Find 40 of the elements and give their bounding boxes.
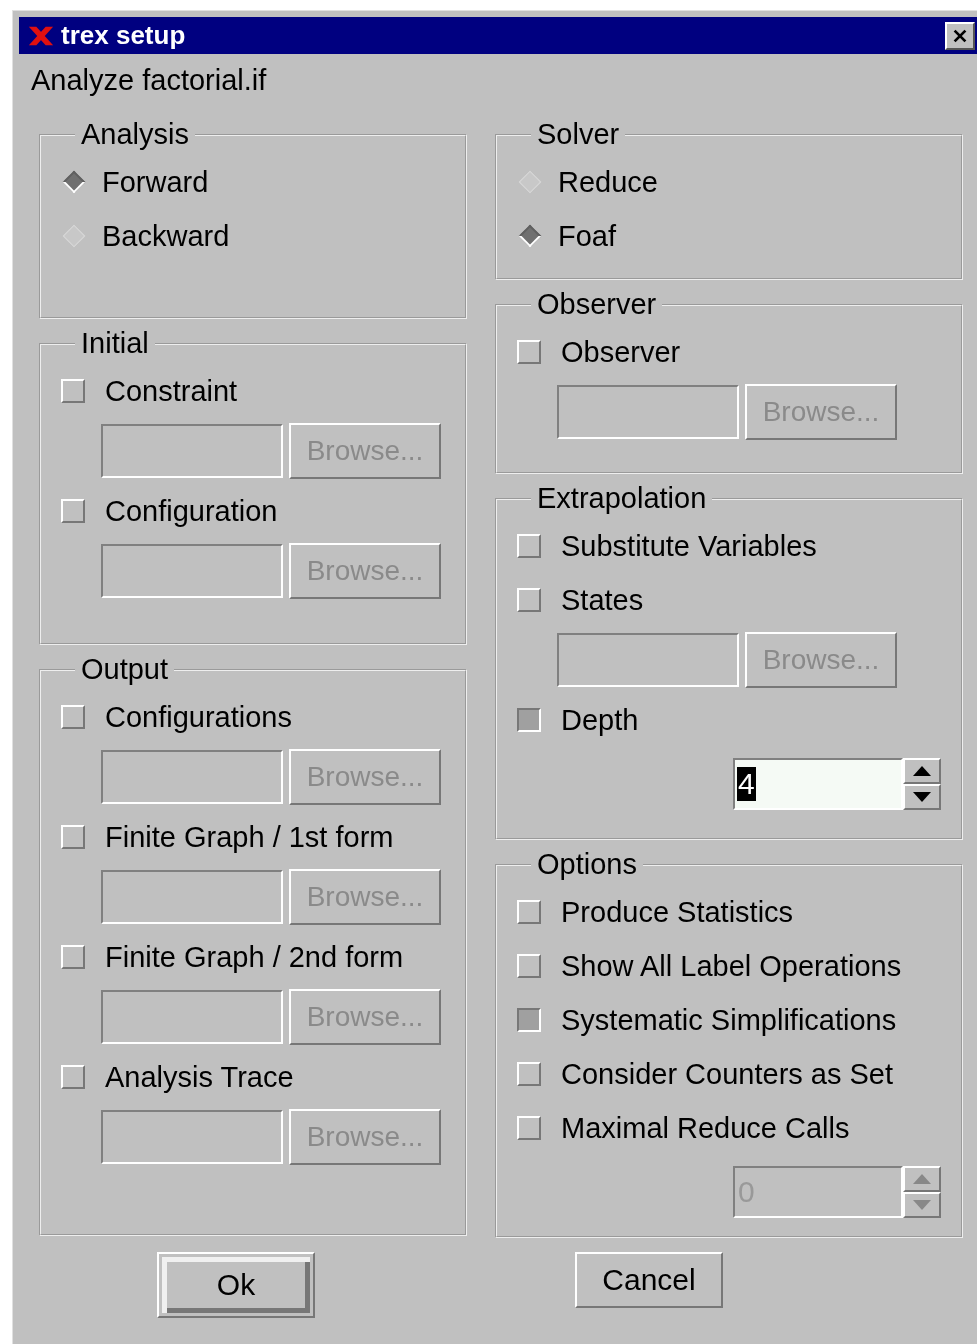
dialog-button[interactable]: Ok — [157, 1252, 315, 1318]
group-title: Extrapolation — [536, 482, 708, 515]
up-arrow-icon — [911, 1173, 933, 1185]
spin-up-button[interactable] — [903, 758, 941, 784]
checkbox[interactable] — [517, 708, 541, 732]
checkbox-label: Substitute Variables — [561, 529, 817, 563]
checkbox[interactable] — [517, 1008, 541, 1032]
spin-down-button[interactable] — [903, 784, 941, 810]
checkbox-label: Depth — [561, 703, 639, 737]
checkbox-label: Maximal Reduce Calls — [561, 1111, 850, 1145]
radio-label: Reduce — [558, 165, 658, 199]
checkbox-label: Constraint — [105, 374, 238, 408]
checkbox-label: Configuration — [105, 494, 278, 528]
group-title: Observer — [536, 288, 658, 321]
group-title: Options — [536, 848, 638, 881]
radio-label: Forward — [102, 165, 209, 199]
down-arrow-icon — [911, 1199, 933, 1211]
spin-field[interactable]: 4 — [733, 758, 903, 810]
group-title: Analysis — [80, 118, 190, 151]
checkbox-label: Finite Graph / 2nd form — [105, 940, 404, 974]
dialog-button[interactable]: Cancel — [575, 1252, 723, 1308]
checkbox-label: Analysis Trace — [105, 1060, 294, 1094]
checkbox-label: States — [561, 583, 644, 617]
window-title: trex setup — [61, 20, 187, 51]
checkbox-label: Systematic Simplifications — [561, 1003, 897, 1037]
group-title: Solver — [536, 118, 621, 151]
dialog-subtitle: Analyze factorial.if — [30, 63, 268, 98]
checkbox-label: Configurations — [105, 700, 292, 734]
checkbox-label: Consider Counters as Set — [561, 1057, 894, 1091]
group-title: Initial — [80, 327, 150, 360]
up-arrow-icon — [911, 765, 933, 777]
checkbox-label: Observer — [561, 335, 681, 369]
radio-label: Backward — [102, 219, 230, 253]
radio-label: Foaf — [558, 219, 617, 253]
checkbox-label: Show All Label Operations — [561, 949, 902, 983]
group-title: Output — [80, 653, 170, 686]
close-button[interactable] — [945, 21, 975, 50]
down-arrow-icon — [911, 791, 933, 803]
checkbox-label: Produce Statistics — [561, 895, 794, 929]
checkbox-label: Finite Graph / 1st form — [105, 820, 394, 854]
